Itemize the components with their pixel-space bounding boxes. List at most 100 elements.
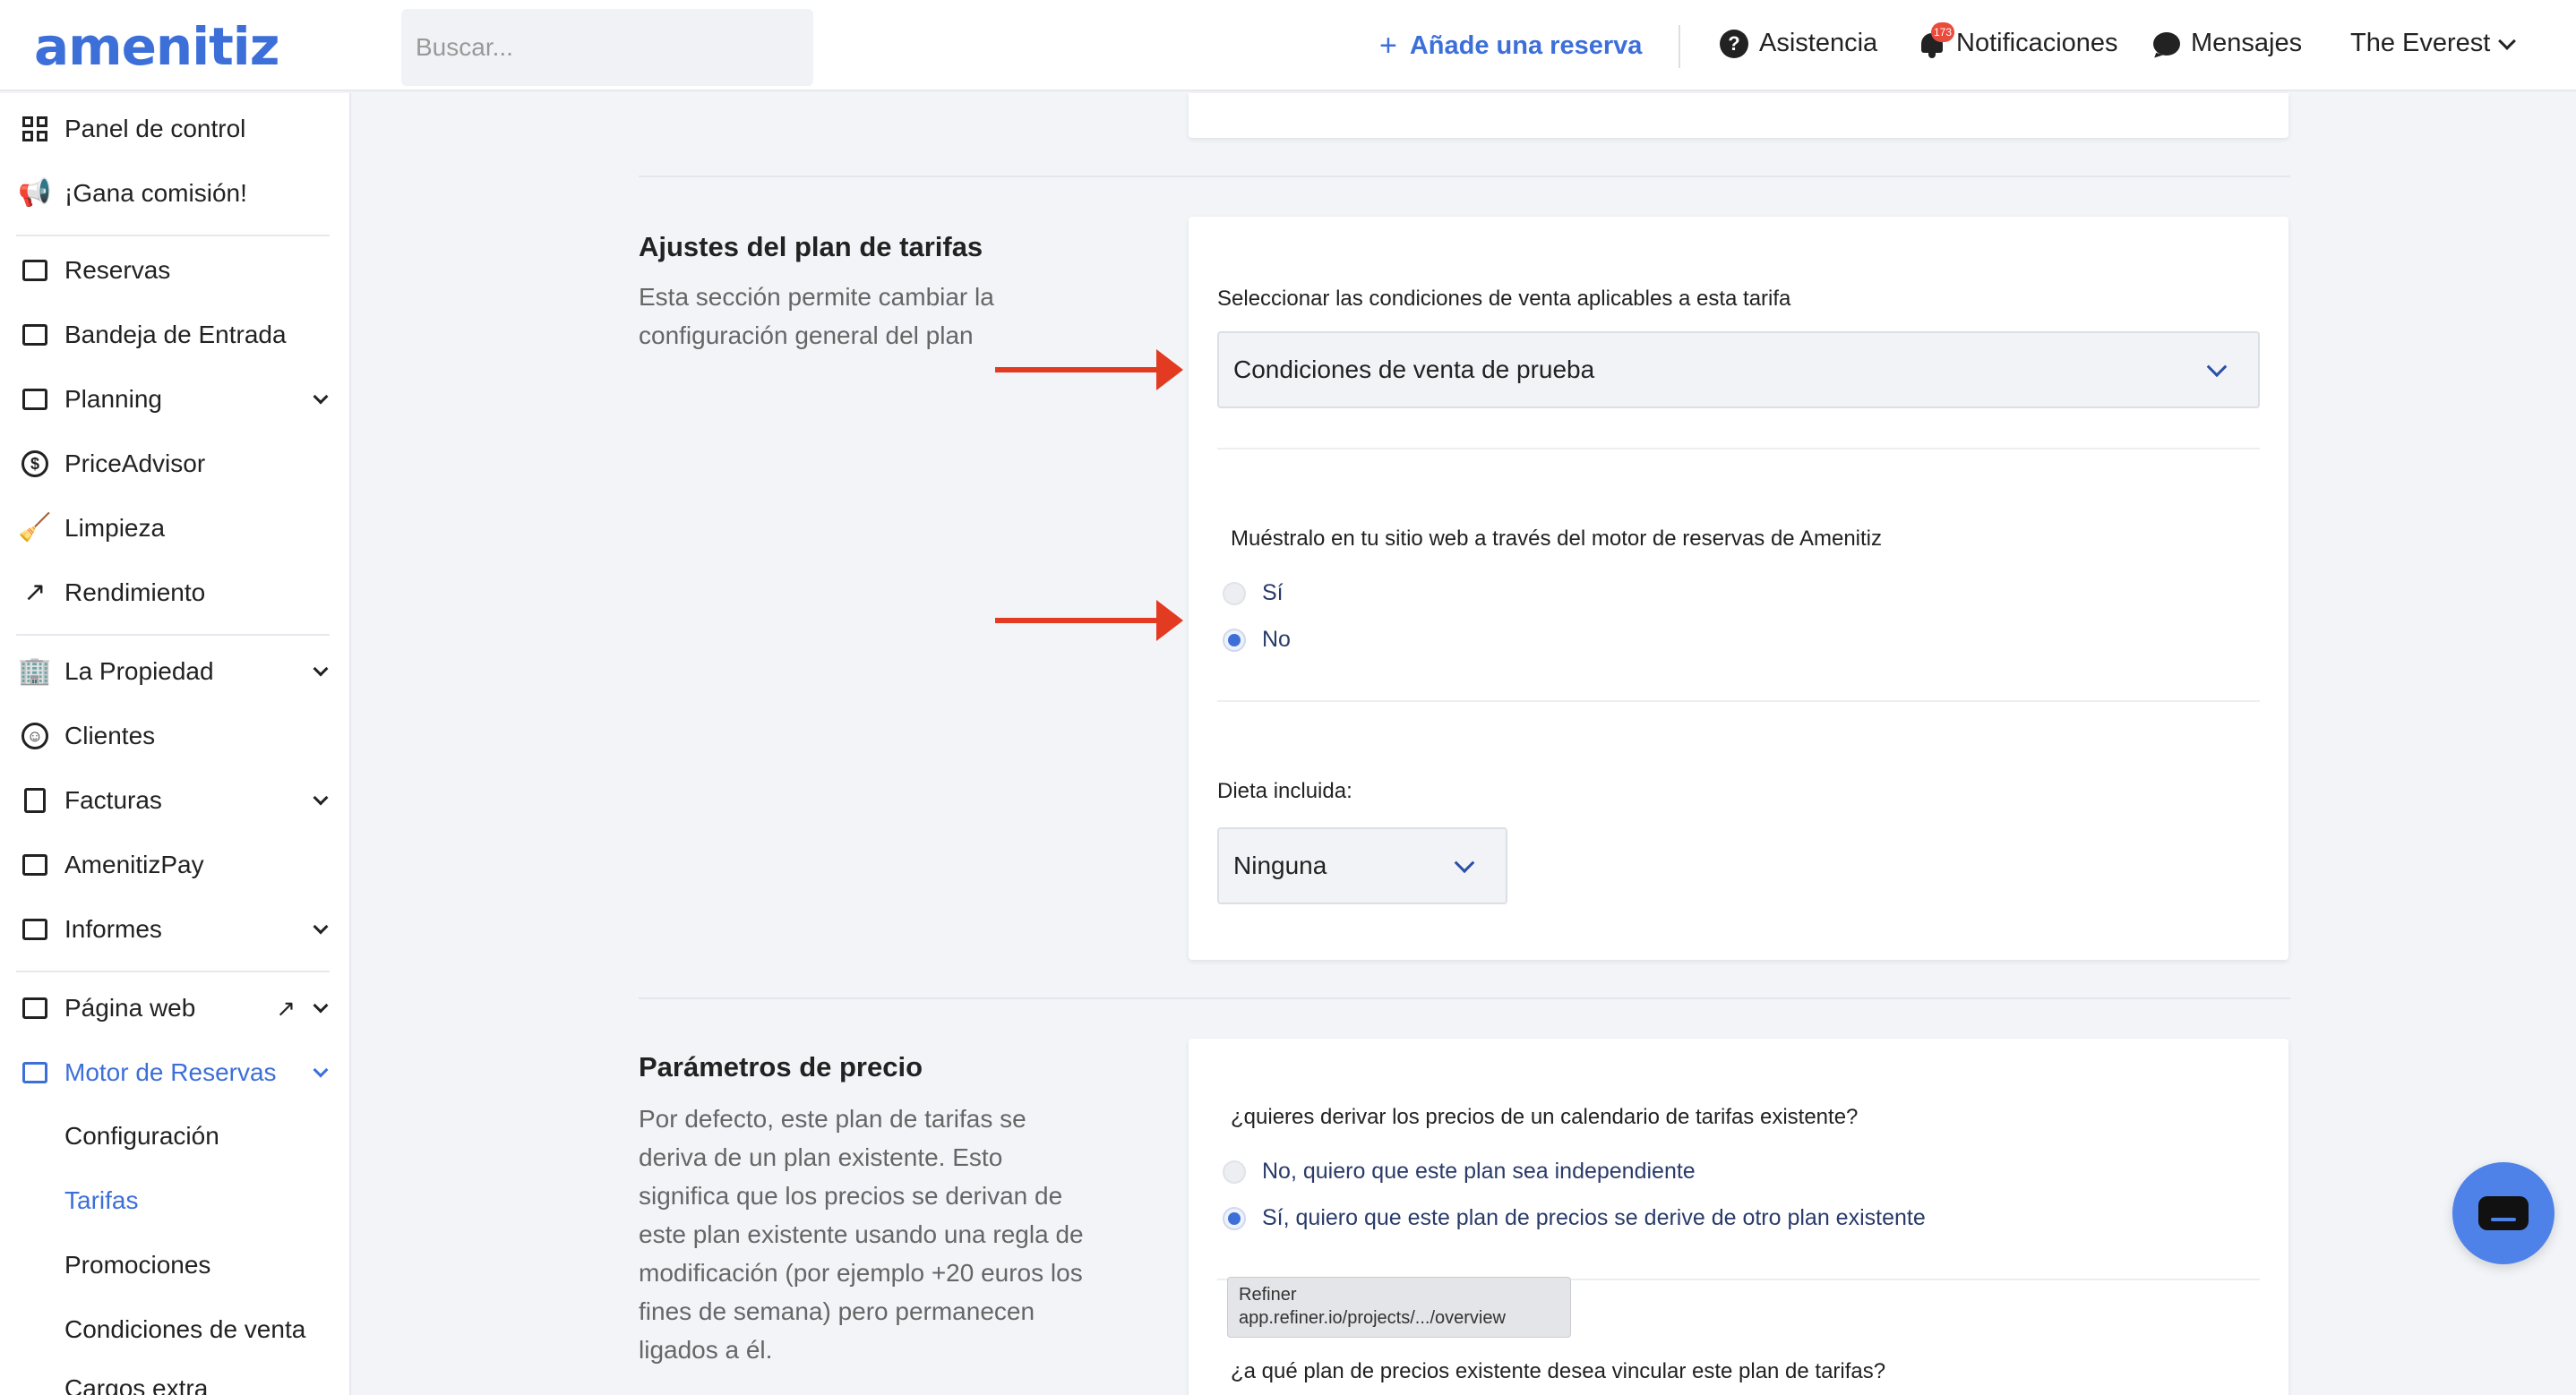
card-icon — [20, 850, 50, 880]
sidebar-item-clients[interactable]: ☺ Clientes — [20, 709, 333, 763]
megaphone-icon: 📢 — [18, 178, 52, 208]
chevron-down-icon — [313, 389, 329, 405]
radio-no[interactable] — [1223, 628, 1246, 652]
link-plan-label: ¿a qué plan de precios existente desea v… — [1231, 1359, 1886, 1383]
sale-conditions-value: Condiciones de venta de prueba — [1233, 355, 1595, 383]
sidebar-divider — [16, 235, 330, 236]
sidebar-item-priceadvisor[interactable]: $ PriceAdvisor — [20, 437, 333, 491]
notifications-badge: 173 — [1931, 21, 1955, 42]
invoice-icon — [20, 785, 50, 816]
sidebar-item-invoices[interactable]: Facturas — [20, 774, 333, 827]
card-divider — [1217, 448, 2260, 449]
search-input[interactable] — [401, 9, 813, 86]
previous-section-card — [1189, 93, 2288, 138]
sidebar-subitem-sale-conditions[interactable]: Condiciones de venta — [64, 1307, 305, 1352]
diet-label: Dieta incluida: — [1217, 779, 1352, 803]
sale-conditions-select[interactable]: Condiciones de venta de prueba — [1217, 331, 2260, 408]
building-icon: 🏢 — [18, 656, 52, 686]
independent-label: No, quiero que este plan sea independien… — [1262, 1159, 1696, 1184]
notifications-label: Notificaciones — [1956, 29, 2118, 57]
sidebar-item-cleaning[interactable]: 🧹 Limpieza — [18, 501, 333, 555]
chevron-down-icon — [313, 661, 329, 677]
sidebar-item-dashboard[interactable]: Panel de control — [20, 102, 333, 156]
property-selector[interactable]: The Everest — [2350, 29, 2517, 58]
external-link-icon[interactable]: ↗ — [276, 997, 296, 1020]
sidebar-item-website[interactable]: Página web ↗ — [20, 981, 333, 1035]
sidebar-subitem-rates[interactable]: Tarifas — [64, 1178, 138, 1223]
section-divider — [639, 175, 2290, 177]
independent-option[interactable]: No, quiero que este plan sea independien… — [1223, 1159, 1696, 1185]
sidebar-item-amenitizpay[interactable]: AmenitizPay — [20, 838, 333, 892]
bell-icon: 173 — [1919, 21, 1955, 58]
derive-label: Sí, quiero que este plan de precios se d… — [1262, 1205, 1926, 1230]
help-label: Asistencia — [1759, 29, 1878, 57]
card-divider — [1217, 700, 2260, 702]
chevron-down-icon — [313, 919, 329, 935]
question-icon: ? — [1720, 29, 1748, 58]
price-params-title: Parámetros de precio — [639, 1051, 923, 1083]
rate-plan-settings-description: Esta sección permite cambiar la configur… — [639, 283, 994, 349]
tooltip-url: app.refiner.io/projects/.../overview — [1239, 1308, 1506, 1328]
url-tooltip: Refiner app.refiner.io/projects/.../over… — [1227, 1277, 1571, 1338]
sidebar-item-planning[interactable]: Planning — [20, 372, 333, 426]
property-name: The Everest — [2350, 29, 2491, 57]
dollar-icon: $ — [20, 449, 50, 479]
rate-plan-settings-card: Seleccionar las condiciones de venta apl… — [1189, 217, 2288, 960]
chevron-down-icon — [2206, 356, 2228, 378]
tooltip-title: Refiner — [1239, 1285, 1297, 1305]
chevron-down-icon — [313, 997, 329, 1014]
annotation-arrow — [995, 349, 1183, 390]
sidebar: Panel de control 📢 ¡Gana comisión! Reser… — [0, 93, 351, 1395]
chat-launcher-button[interactable] — [2452, 1162, 2555, 1264]
derive-option[interactable]: Sí, quiero que este plan de precios se d… — [1223, 1205, 1926, 1231]
show-on-website-label: Muéstralo en tu sitio web a través del m… — [1231, 526, 1883, 551]
sidebar-subitem-promotions[interactable]: Promociones — [64, 1243, 210, 1288]
notifications-button[interactable]: 173 Notificaciones — [1919, 21, 2118, 58]
booking-engine-icon — [20, 1057, 50, 1088]
sidebar-item-property[interactable]: 🏢 La Propiedad — [18, 645, 333, 698]
messages-button[interactable]: Mensajes — [2153, 29, 2302, 58]
radio-independent[interactable] — [1223, 1160, 1246, 1184]
sidebar-item-inbox[interactable]: Bandeja de Entrada — [20, 308, 333, 362]
radio-derive[interactable] — [1223, 1206, 1246, 1230]
browser-icon — [20, 993, 50, 1023]
chat-icon — [2478, 1196, 2529, 1230]
sidebar-item-reservations[interactable]: Reservas — [20, 244, 333, 297]
sidebar-item-reports[interactable]: Informes — [20, 903, 333, 956]
sidebar-item-commission[interactable]: 📢 ¡Gana comisión! — [18, 167, 333, 220]
broom-icon: 🧹 — [18, 513, 52, 543]
sidebar-subitem-configuration[interactable]: Configuración — [64, 1114, 219, 1159]
chat-icon — [2153, 31, 2180, 56]
sidebar-subitem-extra-charges[interactable]: Cargos extra — [64, 1366, 208, 1395]
price-params-description: Por defecto, este plan de tarifas se der… — [639, 1105, 1084, 1364]
plus-icon: + — [1379, 29, 1397, 63]
sidebar-divider — [16, 634, 330, 636]
radio-yes[interactable] — [1223, 581, 1246, 605]
chevron-down-icon — [1454, 852, 1475, 874]
sidebar-divider — [16, 971, 330, 972]
suitcase-icon — [20, 255, 50, 286]
add-reservation-button[interactable]: + Añade una reserva — [1379, 29, 1642, 64]
chevron-down-icon — [313, 790, 329, 806]
calendar-icon — [20, 384, 50, 415]
chart-icon — [20, 914, 50, 945]
sidebar-item-performance[interactable]: ↗ Rendimiento — [20, 566, 333, 620]
help-button[interactable]: ? Asistencia — [1720, 29, 1877, 58]
sale-conditions-label: Seleccionar las condiciones de venta apl… — [1217, 287, 1791, 311]
show-no-option[interactable]: No — [1223, 627, 1291, 653]
inbox-icon — [20, 320, 50, 350]
top-bar: amenitiz + Añade una reserva ? Asistenci… — [0, 0, 2576, 91]
show-no-label: No — [1262, 627, 1291, 652]
price-params-card: ¿quieres derivar los precios de un calen… — [1189, 1039, 2288, 1395]
sidebar-item-booking-engine[interactable]: Motor de Reservas — [20, 1046, 333, 1100]
rate-plan-settings-title: Ajustes del plan de tarifas — [639, 231, 983, 262]
add-reservation-label: Añade una reserva — [1409, 31, 1643, 60]
diet-select[interactable]: Ninguna — [1217, 827, 1507, 904]
diet-value: Ninguna — [1233, 852, 1327, 879]
show-yes-option[interactable]: Sí — [1223, 580, 1284, 606]
trend-icon: ↗ — [23, 578, 47, 607]
section-divider — [639, 997, 2290, 999]
amenitiz-logo[interactable]: amenitiz — [34, 16, 279, 77]
chevron-down-icon — [2498, 31, 2517, 50]
messages-label: Mensajes — [2191, 29, 2303, 57]
